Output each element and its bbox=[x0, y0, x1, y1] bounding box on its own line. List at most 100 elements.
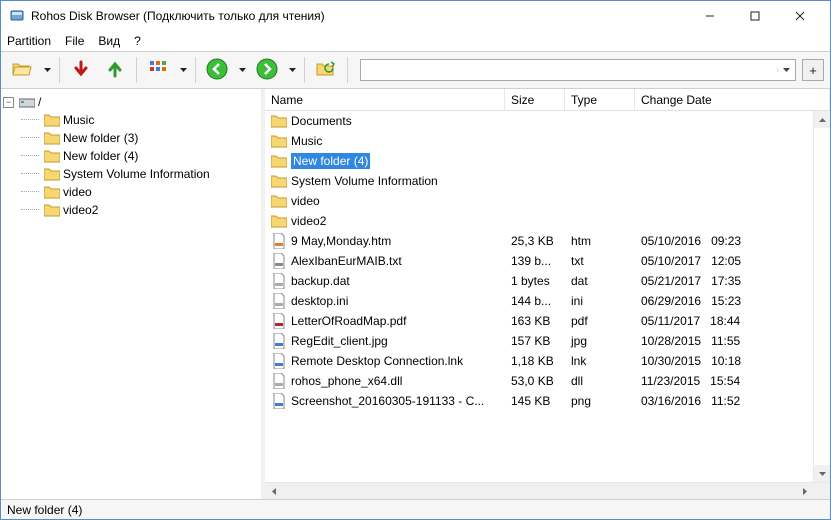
table-row[interactable]: rohos_phone_x64.dll53,0 KBdll11/23/20151… bbox=[265, 371, 813, 391]
file-list: Name Size Type Change Date Documents Musi… bbox=[265, 89, 830, 499]
grid-icon bbox=[149, 60, 167, 81]
open-button[interactable] bbox=[7, 55, 37, 85]
nav-forward-button[interactable] bbox=[252, 55, 282, 85]
menu-partition[interactable]: Partition bbox=[7, 34, 51, 48]
table-row[interactable]: Remote Desktop Connection.lnk1,18 KBlnk1… bbox=[265, 351, 813, 371]
nav-forward-dropdown[interactable] bbox=[286, 55, 298, 85]
tree-root[interactable]: − / bbox=[3, 93, 259, 111]
row-size: 25,3 KB bbox=[505, 234, 565, 248]
row-date: 05/21/201717:35 bbox=[635, 274, 813, 288]
down-arrow-button[interactable] bbox=[66, 55, 96, 85]
file-icon bbox=[271, 253, 287, 269]
tree-item-label: New folder (3) bbox=[63, 131, 138, 145]
row-date: 10/30/201510:18 bbox=[635, 354, 813, 368]
scroll-up-button[interactable] bbox=[814, 111, 830, 128]
tree-root-label: / bbox=[38, 95, 41, 109]
col-size[interactable]: Size bbox=[505, 89, 565, 110]
menu-help[interactable]: ? bbox=[134, 34, 141, 48]
file-icon bbox=[271, 233, 287, 249]
row-size: 163 KB bbox=[505, 314, 565, 328]
row-date: 05/10/201712:05 bbox=[635, 254, 813, 268]
table-row[interactable]: video2 bbox=[265, 211, 813, 231]
table-row[interactable]: Documents bbox=[265, 111, 813, 131]
file-icon bbox=[271, 333, 287, 349]
col-date[interactable]: Change Date bbox=[635, 89, 830, 110]
row-name: New folder (4) bbox=[291, 153, 370, 169]
scroll-down-button[interactable] bbox=[814, 465, 830, 482]
table-row[interactable]: RegEdit_client.jpg157 KBjpg10/28/201511:… bbox=[265, 331, 813, 351]
scroll-left-button[interactable] bbox=[265, 483, 282, 499]
address-dropdown[interactable] bbox=[777, 68, 795, 72]
table-row[interactable]: New folder (4) bbox=[265, 151, 813, 171]
horizontal-scrollbar[interactable] bbox=[282, 483, 796, 499]
nav-back-dropdown[interactable] bbox=[236, 55, 248, 85]
row-name: AlexIbanEurMAIB.txt bbox=[291, 254, 402, 268]
close-button[interactable] bbox=[777, 2, 822, 30]
table-row[interactable]: LetterOfRoadMap.pdf163 KBpdf05/11/201718… bbox=[265, 311, 813, 331]
tree-item-label: New folder (4) bbox=[63, 149, 138, 163]
folder-icon bbox=[44, 166, 60, 182]
folder-open-icon bbox=[12, 60, 32, 81]
table-row[interactable]: 9 May,Monday.htm25,3 KBhtm05/10/201609:2… bbox=[265, 231, 813, 251]
tree-item-label: System Volume Information bbox=[63, 167, 210, 181]
folder-tree[interactable]: − / Music New folder (3) New folder (4) Sys… bbox=[1, 89, 261, 499]
view-mode-dropdown[interactable] bbox=[177, 55, 189, 85]
row-type: txt bbox=[565, 254, 635, 268]
folder-refresh-icon bbox=[316, 60, 336, 81]
table-row[interactable]: System Volume Information bbox=[265, 171, 813, 191]
file-icon bbox=[271, 373, 287, 389]
tree-item[interactable]: System Volume Information bbox=[3, 165, 259, 183]
row-name: Documents bbox=[291, 114, 352, 128]
plus-icon: + bbox=[809, 63, 817, 78]
row-name: Screenshot_20160305-191133 - C... bbox=[291, 394, 484, 408]
row-type: lnk bbox=[565, 354, 635, 368]
col-type[interactable]: Type bbox=[565, 89, 635, 110]
menu-file[interactable]: File bbox=[65, 34, 84, 48]
row-type: png bbox=[565, 394, 635, 408]
arrow-down-icon bbox=[73, 60, 89, 81]
vertical-scrollbar[interactable] bbox=[813, 111, 830, 482]
tree-item[interactable]: New folder (4) bbox=[3, 147, 259, 165]
col-name[interactable]: Name bbox=[265, 89, 505, 110]
table-row[interactable]: desktop.ini144 b...ini06/29/201615:23 bbox=[265, 291, 813, 311]
folder-icon bbox=[44, 148, 60, 164]
title-bar: Rohos Disk Browser (Подключить только дл… bbox=[1, 1, 830, 31]
app-icon bbox=[9, 8, 25, 24]
maximize-button[interactable] bbox=[732, 2, 777, 30]
folder-icon bbox=[44, 112, 60, 128]
status-bar: New folder (4) bbox=[1, 499, 830, 519]
table-row[interactable]: Screenshot_20160305-191133 - C...145 KBp… bbox=[265, 391, 813, 411]
tree-item[interactable]: Music bbox=[3, 111, 259, 129]
tree-item[interactable]: New folder (3) bbox=[3, 129, 259, 147]
status-text: New folder (4) bbox=[7, 503, 82, 517]
row-date: 03/16/201611:52 bbox=[635, 394, 813, 408]
up-arrow-button[interactable] bbox=[100, 55, 130, 85]
address-input[interactable] bbox=[361, 63, 777, 77]
menu-view[interactable]: Вид bbox=[98, 34, 120, 48]
open-dropdown[interactable] bbox=[41, 55, 53, 85]
nav-forward-icon bbox=[256, 58, 278, 83]
row-type: pdf bbox=[565, 314, 635, 328]
table-row[interactable]: video bbox=[265, 191, 813, 211]
refresh-button[interactable] bbox=[311, 55, 341, 85]
collapse-icon[interactable]: − bbox=[3, 97, 14, 108]
row-type: dll bbox=[565, 374, 635, 388]
table-row[interactable]: backup.dat1 bytesdat05/21/201717:35 bbox=[265, 271, 813, 291]
view-mode-button[interactable] bbox=[143, 55, 173, 85]
row-type: htm bbox=[565, 234, 635, 248]
tree-item[interactable]: video bbox=[3, 183, 259, 201]
minimize-button[interactable] bbox=[687, 2, 732, 30]
nav-back-button[interactable] bbox=[202, 55, 232, 85]
folder-icon bbox=[271, 193, 287, 209]
scroll-right-button[interactable] bbox=[796, 483, 813, 499]
tree-item[interactable]: video2 bbox=[3, 201, 259, 219]
row-date: 05/10/201609:23 bbox=[635, 234, 813, 248]
folder-icon bbox=[44, 184, 60, 200]
table-row[interactable]: AlexIbanEurMAIB.txt139 b...txt05/10/2017… bbox=[265, 251, 813, 271]
address-combobox[interactable] bbox=[360, 59, 796, 81]
list-rows[interactable]: Documents Music New folder (4) System Volum… bbox=[265, 111, 813, 482]
folder-icon bbox=[271, 213, 287, 229]
add-button[interactable]: + bbox=[802, 59, 824, 81]
table-row[interactable]: Music bbox=[265, 131, 813, 151]
tree-item-label: Music bbox=[63, 113, 94, 127]
